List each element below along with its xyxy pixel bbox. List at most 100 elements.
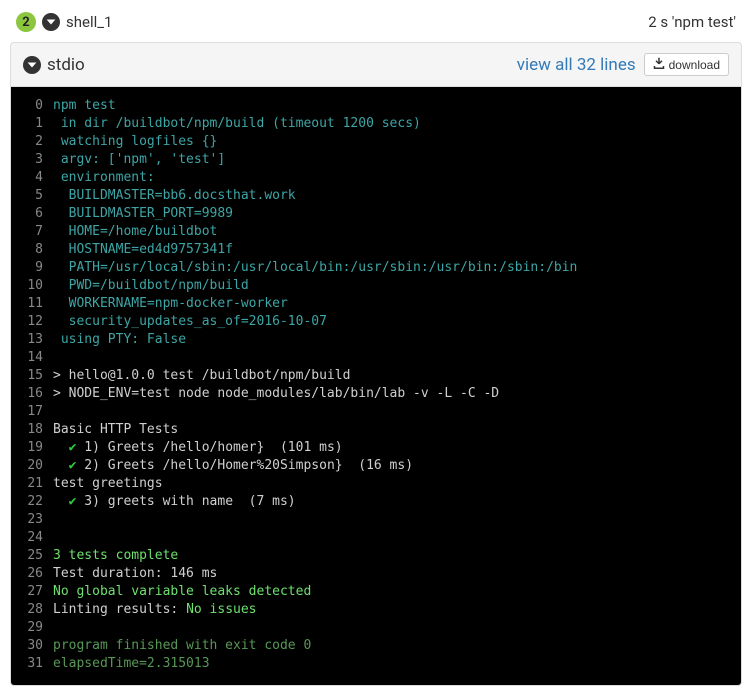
- line-content: HOSTNAME=ed4d9757341f: [53, 241, 233, 259]
- code-line: 21 test greetings: [19, 475, 733, 493]
- line-number: 21: [19, 475, 43, 493]
- line-number: 29: [19, 619, 43, 637]
- line-content: [53, 511, 61, 529]
- code-line: 2 watching logfiles {}: [19, 133, 733, 151]
- line-number: 3: [19, 151, 43, 169]
- line-number: 23: [19, 511, 43, 529]
- line-number: 8: [19, 241, 43, 259]
- line-content: BUILDMASTER_PORT=9989: [53, 205, 233, 223]
- step-number-badge: 2: [16, 12, 36, 32]
- code-line: 26 Test duration: 146 ms: [19, 565, 733, 583]
- line-number: 16: [19, 385, 43, 403]
- code-line: 31elapsedTime=2.315013: [19, 655, 733, 673]
- line-content: elapsedTime=2.315013: [53, 655, 210, 673]
- code-line: 5 BUILDMASTER=bb6.docsthat.work: [19, 187, 733, 205]
- code-line: 25 3 tests complete: [19, 547, 733, 565]
- line-content: Basic HTTP Tests: [53, 421, 178, 439]
- line-number: 12: [19, 313, 43, 331]
- step-timing: 2 s 'npm test': [648, 13, 736, 31]
- code-line: 27 No global variable leaks detected: [19, 583, 733, 601]
- code-line: 0 npm test: [19, 97, 733, 115]
- line-content: No global variable leaks detected: [53, 583, 311, 601]
- line-content: Test duration: 146 ms: [53, 565, 217, 583]
- line-number: 20: [19, 457, 43, 475]
- step-header-left: 2 shell_1: [16, 12, 112, 32]
- stdio-panel-heading: stdio view all 32 lines download: [10, 42, 742, 87]
- code-line: 29: [19, 619, 733, 637]
- code-line: 30 program finished with exit code 0: [19, 637, 733, 655]
- line-content: environment:: [53, 169, 155, 187]
- code-line: 1 in dir /buildbot/npm/build (timeout 12…: [19, 115, 733, 133]
- stdio-heading-right: view all 32 lines download: [517, 53, 729, 76]
- line-number: 10: [19, 277, 43, 295]
- code-line: 20 ✔ 2) Greets /hello/Homer%20Simpson} (…: [19, 457, 733, 475]
- line-number: 0: [19, 97, 43, 115]
- code-line: 9 PATH=/usr/local/sbin:/usr/local/bin:/u…: [19, 259, 733, 277]
- step-header: 2 shell_1 2 s 'npm test': [10, 10, 742, 42]
- line-content: 3 tests complete: [53, 547, 178, 565]
- line-number: 15: [19, 367, 43, 385]
- stdio-heading-left: stdio: [23, 55, 85, 75]
- code-line: 14: [19, 349, 733, 367]
- code-line: 22 ✔ 3) greets with name (7 ms): [19, 493, 733, 511]
- line-number: 6: [19, 205, 43, 223]
- line-number: 11: [19, 295, 43, 313]
- download-button[interactable]: download: [644, 53, 729, 76]
- line-number: 1: [19, 115, 43, 133]
- line-number: 14: [19, 349, 43, 367]
- code-line: 13 using PTY: False: [19, 331, 733, 349]
- line-content: BUILDMASTER=bb6.docsthat.work: [53, 187, 296, 205]
- line-number: 22: [19, 493, 43, 511]
- line-content: npm test: [53, 97, 116, 115]
- line-content: HOME=/home/buildbot: [53, 223, 217, 241]
- code-line: 12 security_updates_as_of=2016-10-07: [19, 313, 733, 331]
- stdio-output: 0npm test1 in dir /buildbot/npm/build (t…: [10, 87, 742, 686]
- line-content: [53, 403, 61, 421]
- code-line: 28 Linting results: No issues: [19, 601, 733, 619]
- line-content: ✔ 1) Greets /hello/homer} (101 ms): [53, 439, 343, 457]
- line-content: > NODE_ENV=test node node_modules/lab/bi…: [53, 385, 499, 403]
- line-content: using PTY: False: [53, 331, 186, 349]
- code-line: 11 WORKERNAME=npm-docker-worker: [19, 295, 733, 313]
- line-number: 30: [19, 637, 43, 655]
- step-name: shell_1: [66, 13, 112, 31]
- line-content: Linting results: No issues: [53, 601, 257, 619]
- line-number: 5: [19, 187, 43, 205]
- line-content: test greetings: [53, 475, 163, 493]
- code-line: 10 PWD=/buildbot/npm/build: [19, 277, 733, 295]
- chevron-down-icon[interactable]: [23, 56, 41, 74]
- line-number: 28: [19, 601, 43, 619]
- code-line: 24: [19, 529, 733, 547]
- line-content: watching logfiles {}: [53, 133, 217, 151]
- line-number: 9: [19, 259, 43, 277]
- line-content: ✔ 3) greets with name (7 ms): [53, 493, 296, 511]
- line-content: argv: ['npm', 'test']: [53, 151, 225, 169]
- line-number: 13: [19, 331, 43, 349]
- line-content: security_updates_as_of=2016-10-07: [53, 313, 327, 331]
- code-line: 17: [19, 403, 733, 421]
- line-content: PATH=/usr/local/sbin:/usr/local/bin:/usr…: [53, 259, 577, 277]
- line-content: > hello@1.0.0 test /buildbot/npm/build: [53, 367, 350, 385]
- code-line: 18 Basic HTTP Tests: [19, 421, 733, 439]
- line-content: WORKERNAME=npm-docker-worker: [53, 295, 288, 313]
- code-line: 8 HOSTNAME=ed4d9757341f: [19, 241, 733, 259]
- line-number: 24: [19, 529, 43, 547]
- line-number: 26: [19, 565, 43, 583]
- line-number: 18: [19, 421, 43, 439]
- view-all-lines-link[interactable]: view all 32 lines: [517, 55, 636, 75]
- line-number: 2: [19, 133, 43, 151]
- line-number: 27: [19, 583, 43, 601]
- code-line: 7 HOME=/home/buildbot: [19, 223, 733, 241]
- chevron-down-icon[interactable]: [42, 13, 60, 31]
- line-content: [53, 529, 61, 547]
- code-line: 6 BUILDMASTER_PORT=9989: [19, 205, 733, 223]
- download-icon: [653, 57, 665, 72]
- line-number: 25: [19, 547, 43, 565]
- line-number: 17: [19, 403, 43, 421]
- line-content: program finished with exit code 0: [53, 637, 311, 655]
- line-number: 4: [19, 169, 43, 187]
- download-label: download: [669, 58, 720, 72]
- code-line: 15 > hello@1.0.0 test /buildbot/npm/build: [19, 367, 733, 385]
- line-content: ✔ 2) Greets /hello/Homer%20Simpson} (16 …: [53, 457, 413, 475]
- line-content: in dir /buildbot/npm/build (timeout 1200…: [53, 115, 421, 133]
